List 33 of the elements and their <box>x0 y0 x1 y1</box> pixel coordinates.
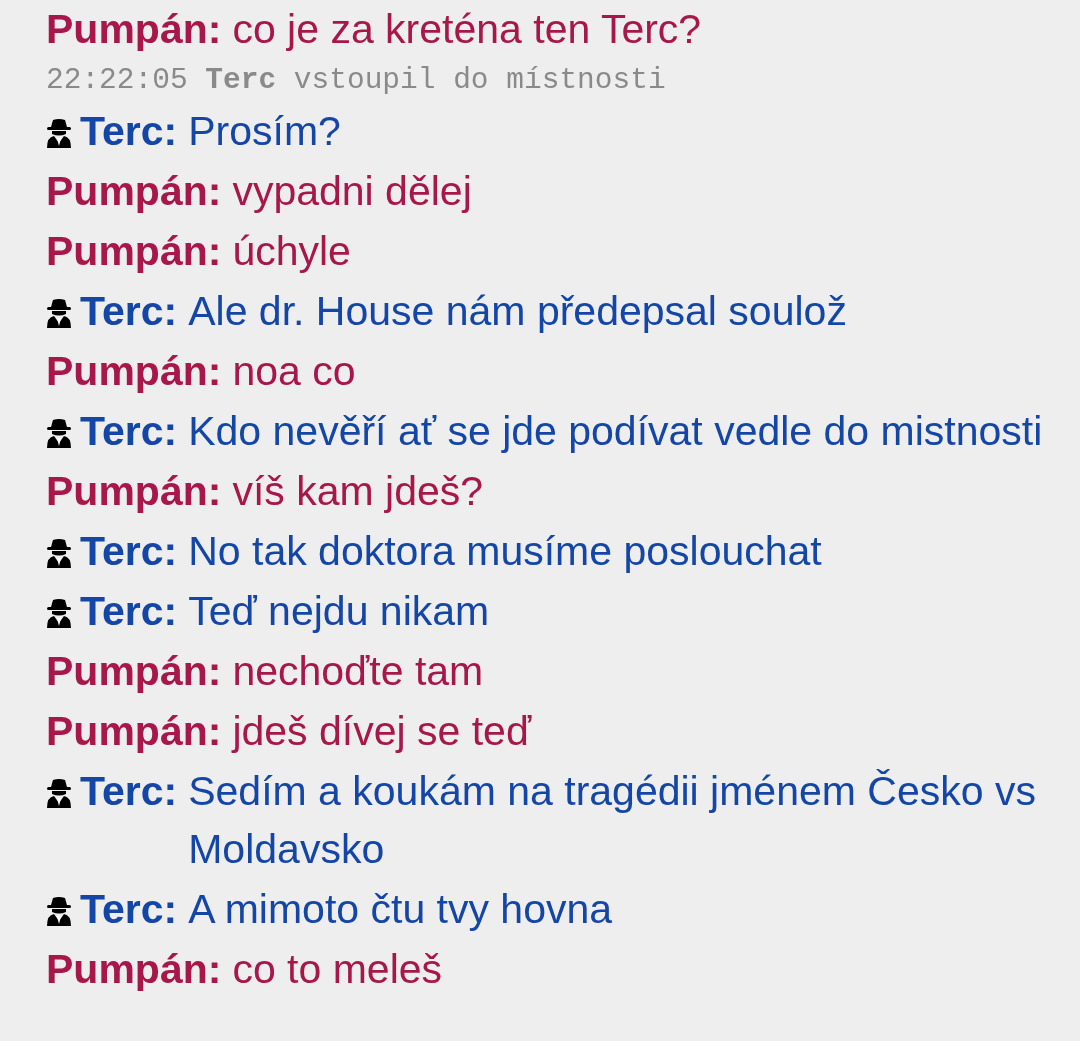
message-text: jdeš dívej se teď <box>232 707 533 756</box>
author-name: Pumpán: <box>46 467 222 516</box>
message-text: co to meleš <box>232 945 444 994</box>
message-text: Prosím? <box>188 107 342 156</box>
author-name: Pumpán: <box>46 167 222 216</box>
message-text: Kdo nevěří ať se jde podívat vedle do mistnosti <box>188 407 1044 456</box>
author-name: Terc: <box>80 527 178 576</box>
message-text: nechoďte tam <box>232 647 485 696</box>
author-name: Pumpán: <box>46 227 222 276</box>
message-text: noa co <box>232 347 357 396</box>
author-name: Pumpán: <box>46 5 222 54</box>
message-text: Ale dr. House nám předepsal soulož <box>188 287 848 336</box>
message-text: co je za kreténa ten Terc? <box>232 5 703 54</box>
author-name: Terc: <box>80 767 178 816</box>
author-name: Pumpán: <box>46 347 222 396</box>
author-name: Terc: <box>80 107 178 156</box>
message-text: A mimoto čtu tvy hovna <box>188 885 614 934</box>
author-name: Pumpán: <box>46 945 222 994</box>
message-text: Sedím a koukám na tragédii jménem Česko vs Moldavsko <box>188 767 1037 874</box>
author-name: Terc: <box>80 885 178 934</box>
author-name: Terc: <box>80 407 178 456</box>
timestamp: 22:22:05 <box>46 63 188 97</box>
message-text: Teď nejdu nikam <box>188 587 491 636</box>
author-name: Pumpán: <box>46 647 222 696</box>
message-text: No tak doktora musíme poslouchat <box>188 527 823 576</box>
author-name: Pumpán: <box>46 707 222 756</box>
system-message: vstoupil do místnosti <box>293 63 666 97</box>
message-text: úchyle <box>232 227 352 276</box>
author-name: Terc: <box>80 287 178 336</box>
message-text: vypadni dělej <box>232 167 473 216</box>
user-name: Terc <box>205 63 277 97</box>
message-text: víš kam jdeš? <box>232 467 485 516</box>
author-name: Terc: <box>80 587 178 636</box>
